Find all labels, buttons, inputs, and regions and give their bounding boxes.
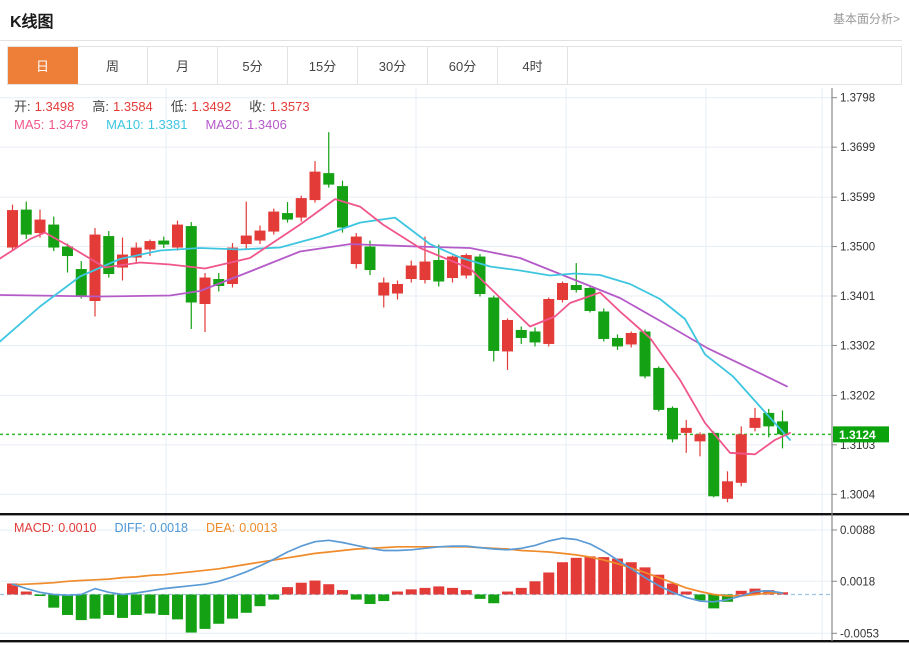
ohlc-info-row: 开: 1.3498 高: 1.3584 低: 1.3492 收: 1.3573 xyxy=(14,96,328,115)
current-price-value: 1.3124 xyxy=(839,428,876,442)
info-value: 1.3573 xyxy=(269,99,310,114)
tab-月[interactable]: 月 xyxy=(148,47,218,84)
info-label: 高: xyxy=(92,99,110,114)
info-value: 1.3406 xyxy=(247,117,287,132)
axis-tick-label: 1.3004 xyxy=(840,489,876,501)
info-value: 1.3584 xyxy=(113,99,153,114)
axis-tick-label: 1.3302 xyxy=(840,340,875,352)
tab-4时[interactable]: 4时 xyxy=(498,47,568,84)
axis-tick-label: 1.3699 xyxy=(840,142,875,154)
interval-tabbar: 日周月 5分 15分 30分 60分 4时 xyxy=(7,46,902,85)
axis-tick-label: 1.3401 xyxy=(840,291,875,303)
info-value: 0.0018 xyxy=(149,521,188,535)
info-label: MA5: xyxy=(14,117,45,132)
info-label: 开: xyxy=(14,99,31,114)
kline-chart[interactable]: 1.3798 1.3699 1.3599 1.3500 1.3401 1.3302 1.32… xyxy=(0,88,909,645)
header-divider xyxy=(0,40,902,41)
info-label: MACD: xyxy=(14,521,55,535)
tab-日[interactable]: 日 xyxy=(8,47,78,84)
info-value: 1.3492 xyxy=(191,99,232,114)
info-label: 收: xyxy=(249,99,266,114)
info-value: 1.3498 xyxy=(34,99,75,114)
axis-tick-label: 1.3599 xyxy=(840,192,875,204)
tab-60分[interactable]: 60分 xyxy=(428,47,498,84)
info-label: DEA: xyxy=(206,521,236,535)
info-label: DIFF: xyxy=(114,521,146,535)
page-title: K线图 xyxy=(10,14,54,31)
info-label: 低: xyxy=(170,99,188,114)
axis-tick-label: -0.0053 xyxy=(840,628,879,640)
axis-tick-label: 0.0018 xyxy=(840,576,875,588)
tab-15分[interactable]: 15分 xyxy=(288,47,358,84)
info-value: 0.0013 xyxy=(239,521,278,535)
fundamental-analysis-link[interactable]: 基本面分析> xyxy=(833,10,900,27)
axis-tick-label: 0.0088 xyxy=(840,525,875,537)
info-label: MA10: xyxy=(106,117,144,132)
info-label: MA20: xyxy=(205,117,244,132)
kline-widget: { "header": { "title": "K线图", "link": "基… xyxy=(0,0,909,645)
info-value: 1.3479 xyxy=(48,117,89,132)
macd-info-row: MACD: 0.0010 DIFF: 0.0018 DEA: 0.0013 xyxy=(14,521,295,535)
info-value: 0.0010 xyxy=(58,521,97,535)
axis-tick-label: 1.3798 xyxy=(840,93,875,105)
ma-info-row: MA5: 1.3479 MA10: 1.3381 MA20: 1.3406 xyxy=(14,117,305,132)
axis-tick-label: 1.3500 xyxy=(840,242,875,254)
axis-tick-label: 1.3202 xyxy=(840,390,875,402)
tab-周[interactable]: 周 xyxy=(78,47,148,84)
info-value: 1.3381 xyxy=(147,117,188,132)
tab-5分[interactable]: 5分 xyxy=(218,47,288,84)
tab-30分[interactable]: 30分 xyxy=(358,47,428,84)
